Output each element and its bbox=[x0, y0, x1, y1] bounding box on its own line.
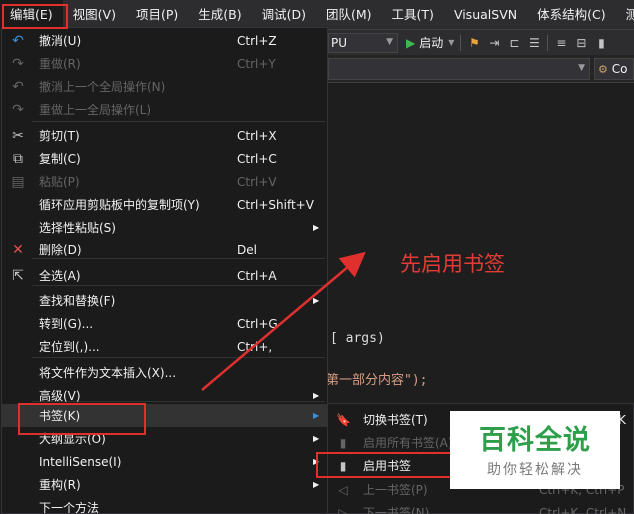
watermark-subtitle: 助你轻松解决 bbox=[487, 462, 583, 478]
annotation-text: 先启用书签 bbox=[400, 252, 505, 276]
watermark-title: 百科全说 bbox=[479, 425, 591, 456]
watermark-logo: 百科全说 助你轻松解决 bbox=[450, 411, 620, 489]
